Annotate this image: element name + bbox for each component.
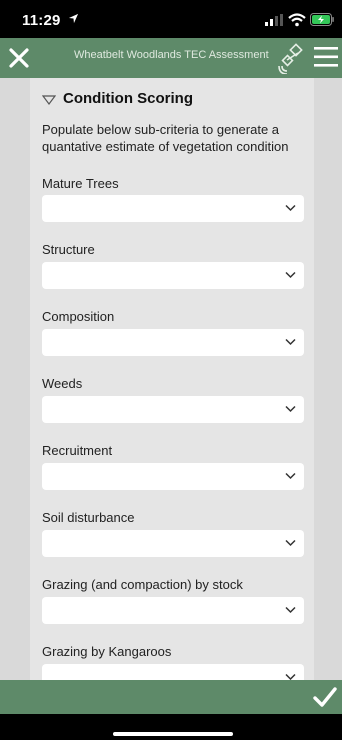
structure-select[interactable]	[42, 262, 304, 289]
chevron-down-icon	[285, 204, 296, 212]
chevron-down-icon	[285, 472, 296, 480]
collapse-triangle-icon	[42, 95, 56, 105]
chevron-down-icon	[285, 405, 296, 413]
field-label-composition: Composition	[42, 309, 115, 324]
mature-trees-select[interactable]	[42, 195, 304, 222]
grazing-stock-select[interactable]	[42, 597, 304, 624]
section-header[interactable]: Condition Scoring	[42, 90, 302, 112]
bottom-action-bar	[0, 680, 342, 714]
hamburger-menu-icon[interactable]	[314, 45, 338, 69]
weeds-select[interactable]	[42, 396, 304, 423]
home-indicator-area	[0, 714, 342, 740]
close-icon[interactable]	[6, 45, 32, 71]
home-indicator[interactable]	[113, 732, 233, 736]
battery-charging-icon	[310, 13, 334, 26]
field-label-grazing-stock: Grazing (and compaction) by stock	[42, 577, 243, 592]
field-label-mature-trees: Mature Trees	[42, 176, 119, 191]
recruitment-select[interactable]	[42, 463, 304, 490]
composition-select[interactable]	[42, 329, 304, 356]
soil-disturbance-select[interactable]	[42, 530, 304, 557]
section-title: Condition Scoring	[63, 90, 193, 107]
satellite-icon[interactable]	[278, 42, 308, 74]
chevron-down-icon	[285, 606, 296, 614]
section-description: Populate below sub-criteria to generate …	[42, 122, 289, 154]
field-label-structure: Structure	[42, 242, 95, 257]
chevron-down-icon	[285, 338, 296, 346]
status-bar: 11:29	[0, 0, 342, 38]
field-label-recruitment: Recruitment	[42, 443, 113, 458]
grazing-kangaroos-select[interactable]	[42, 664, 304, 680]
chevron-down-icon	[285, 271, 296, 279]
chevron-down-icon	[285, 673, 296, 680]
condition-scoring-panel: Condition Scoring Populate below sub-cri…	[30, 78, 314, 680]
cellular-signal-icon	[265, 14, 283, 26]
checkmark-icon[interactable]	[313, 686, 337, 708]
field-label-weeds: Weeds	[42, 376, 83, 391]
status-time: 11:29	[22, 12, 61, 29]
app-title: Wheatbelt Woodlands TEC Assessment	[74, 49, 269, 61]
chevron-down-icon	[285, 539, 296, 547]
field-label-grazing-kangaroos: Grazing by Kangaroos	[42, 644, 172, 659]
field-label-soil-disturbance: Soil disturbance	[42, 510, 135, 525]
location-arrow-icon	[68, 13, 79, 24]
wifi-icon	[288, 13, 306, 27]
